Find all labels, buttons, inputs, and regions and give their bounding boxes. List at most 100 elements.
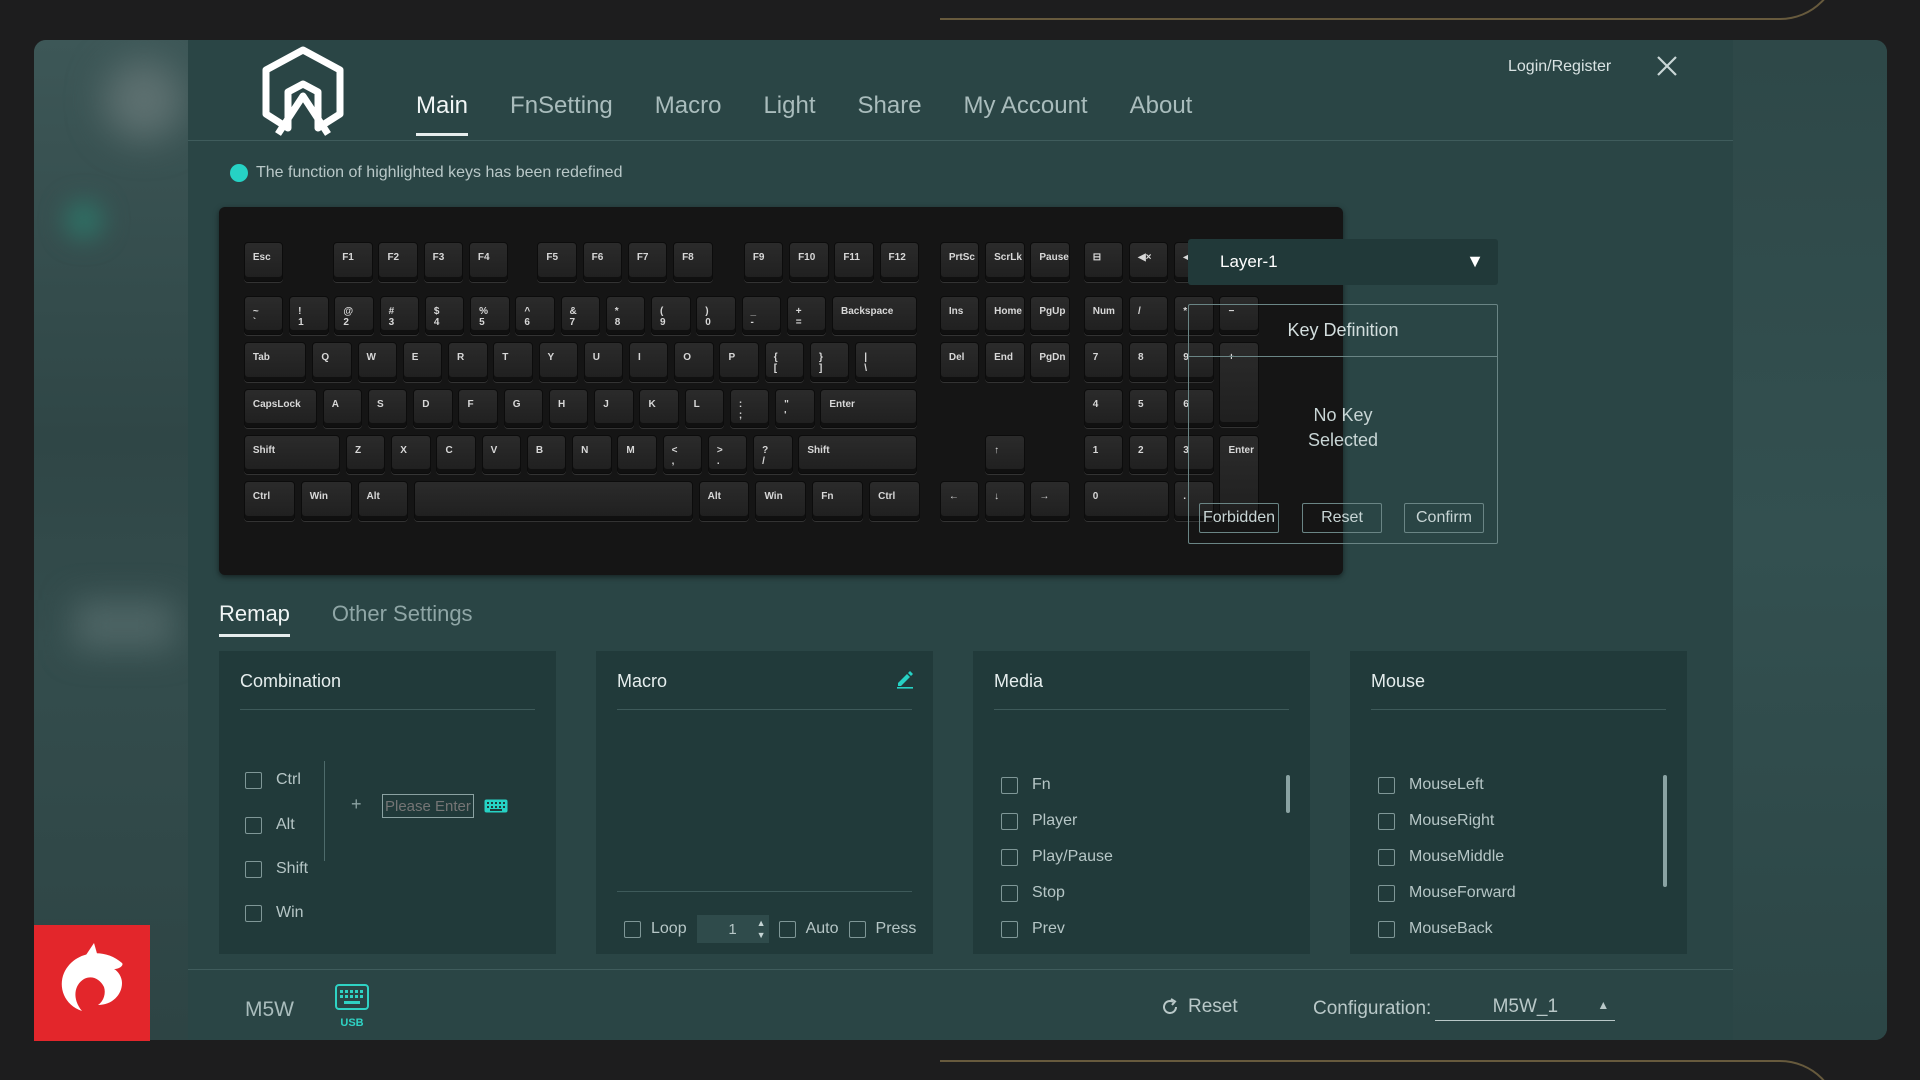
- key-np7[interactable]: 7: [1083, 342, 1124, 382]
- key-np2[interactable]: 2: [1128, 435, 1169, 475]
- key-t[interactable]: T: [493, 342, 533, 382]
- key-f11[interactable]: F11: [834, 242, 874, 282]
- key-lwin[interactable]: Win: [300, 481, 352, 521]
- key-rwin[interactable]: Win: [755, 481, 807, 521]
- key-m[interactable]: M: [617, 435, 657, 475]
- key-calc[interactable]: ⊟: [1083, 242, 1124, 282]
- key-end[interactable]: End: [985, 342, 1025, 382]
- key-semi[interactable]: : ;: [729, 388, 770, 429]
- key-f2[interactable]: F2: [378, 242, 418, 282]
- key-comma[interactable]: < ,: [662, 435, 703, 475]
- media-item[interactable]: Player: [1001, 812, 1077, 830]
- key-q[interactable]: Q: [312, 342, 352, 382]
- key-npdiv[interactable]: /: [1128, 295, 1169, 336]
- key-down[interactable]: ↓: [985, 481, 1025, 521]
- checkbox[interactable]: [245, 860, 262, 878]
- key-rctrl[interactable]: Ctrl: [869, 481, 920, 521]
- nav-macro[interactable]: Macro: [655, 92, 722, 136]
- nav-share[interactable]: Share: [858, 92, 922, 136]
- key-pause[interactable]: Pause: [1030, 242, 1070, 282]
- key-u[interactable]: U: [583, 342, 624, 382]
- key-n5[interactable]: % 5: [470, 295, 510, 336]
- key-fn[interactable]: Fn: [812, 481, 864, 521]
- key-n4[interactable]: $ 4: [424, 295, 465, 336]
- key-tab[interactable]: Tab: [243, 342, 307, 382]
- checkbox[interactable]: [245, 771, 262, 789]
- auto-checkbox[interactable]: [778, 920, 796, 938]
- key-period[interactable]: > .: [707, 435, 748, 475]
- media-item[interactable]: Prev: [1001, 920, 1065, 938]
- media-item[interactable]: Fn: [1001, 776, 1051, 794]
- forbidden-button[interactable]: Forbidden: [1199, 503, 1279, 533]
- key-caps[interactable]: CapsLock: [243, 388, 318, 429]
- layer-dropdown[interactable]: Layer-1 ▼: [1188, 239, 1498, 285]
- checkbox[interactable]: [1378, 776, 1395, 794]
- mouse-item[interactable]: MouseMiddle: [1378, 848, 1504, 866]
- key-d[interactable]: D: [413, 388, 453, 429]
- loop-count-stepper[interactable]: 1 ▲ ▼: [696, 915, 769, 943]
- key-n3[interactable]: # 3: [379, 295, 420, 336]
- key-ralt[interactable]: Alt: [698, 481, 750, 521]
- checkbox[interactable]: [245, 816, 262, 834]
- key-g[interactable]: G: [503, 388, 544, 429]
- key-num[interactable]: Num: [1083, 295, 1124, 336]
- key-np1[interactable]: 1: [1083, 435, 1124, 475]
- key-n[interactable]: N: [572, 435, 612, 475]
- key-f6[interactable]: F6: [582, 242, 623, 282]
- key-f[interactable]: F: [458, 388, 498, 429]
- reset-key-button[interactable]: Reset: [1302, 503, 1382, 533]
- nav-my-account[interactable]: My Account: [964, 92, 1088, 136]
- key-pgdn[interactable]: PgDn: [1030, 342, 1070, 382]
- key-lalt[interactable]: Alt: [357, 481, 409, 521]
- key-rbr[interactable]: } ]: [809, 342, 850, 382]
- key-f3[interactable]: F3: [423, 242, 464, 282]
- key-lbr[interactable]: { [: [764, 342, 805, 382]
- checkbox[interactable]: [1378, 884, 1395, 902]
- configuration-dropdown[interactable]: M5W_1 ▲: [1435, 996, 1616, 1021]
- key-prtsc[interactable]: PrtSc: [939, 242, 980, 282]
- checkbox[interactable]: [1378, 920, 1395, 938]
- press-checkbox[interactable]: [848, 920, 866, 938]
- login-register-link[interactable]: Login/Register: [1508, 58, 1611, 76]
- key-f9[interactable]: F9: [743, 242, 784, 282]
- keyboard-icon[interactable]: [484, 799, 508, 813]
- stepper-arrows-icon[interactable]: ▲ ▼: [757, 917, 766, 941]
- combo-ctrl-checkbox[interactable]: Ctrl: [245, 771, 301, 789]
- nav-main[interactable]: Main: [416, 92, 469, 136]
- key-n2[interactable]: @ 2: [334, 295, 374, 336]
- key-h[interactable]: H: [548, 388, 589, 429]
- checkbox[interactable]: [1001, 812, 1018, 830]
- checkbox[interactable]: [1378, 812, 1395, 830]
- mouse-item[interactable]: MouseForward: [1378, 884, 1516, 902]
- key-np8[interactable]: 8: [1128, 342, 1169, 382]
- key-np0[interactable]: 0: [1083, 481, 1169, 521]
- key-slash[interactable]: ? /: [753, 435, 793, 475]
- nav-fnsetting[interactable]: FnSetting: [510, 92, 613, 136]
- key-minus[interactable]: _ -: [741, 295, 781, 336]
- key-space[interactable]: [414, 481, 693, 521]
- media-item[interactable]: Stop: [1001, 884, 1065, 902]
- combo-shift-checkbox[interactable]: Shift: [245, 860, 308, 878]
- key-quote[interactable]: " ': [775, 388, 815, 429]
- key-i[interactable]: I: [629, 342, 669, 382]
- key-np4[interactable]: 4: [1083, 388, 1124, 429]
- key-c[interactable]: C: [436, 435, 476, 475]
- nav-about[interactable]: About: [1130, 92, 1193, 136]
- key-bslash[interactable]: | \: [855, 342, 918, 382]
- key-b[interactable]: B: [526, 435, 567, 475]
- key-enter[interactable]: Enter: [820, 388, 917, 429]
- key-o[interactable]: O: [674, 342, 714, 382]
- loop-checkbox[interactable]: [624, 920, 641, 938]
- key-f7[interactable]: F7: [627, 242, 668, 282]
- key-lctrl[interactable]: Ctrl: [243, 481, 295, 521]
- mouse-item[interactable]: MouseRight: [1378, 812, 1494, 830]
- tab-other-settings[interactable]: Other Settings: [332, 601, 473, 637]
- key-esc[interactable]: Esc: [243, 242, 284, 282]
- key-tilde[interactable]: ~ `: [243, 295, 284, 336]
- key-w[interactable]: W: [357, 342, 398, 382]
- key-n7[interactable]: & 7: [560, 295, 601, 336]
- key-n1[interactable]: ! 1: [289, 295, 329, 336]
- key-pgup[interactable]: PgUp: [1030, 295, 1070, 336]
- key-v[interactable]: V: [481, 435, 522, 475]
- key-left[interactable]: ←: [939, 481, 980, 521]
